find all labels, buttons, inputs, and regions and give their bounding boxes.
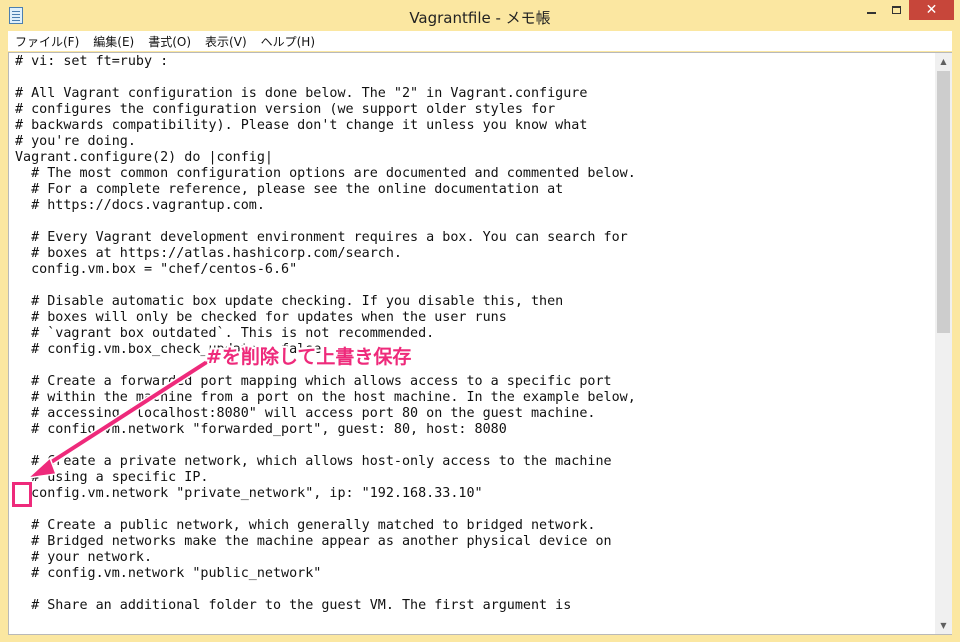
editor-content[interactable]: # vi: set ft=ruby : # All Vagrant configu… (15, 54, 935, 634)
minimize-icon (866, 11, 876, 14)
menu-view[interactable]: 表示(V) (198, 33, 254, 50)
editor-line[interactable]: # using a specific IP. (15, 470, 935, 486)
scroll-down-arrow-icon[interactable]: ▼ (935, 617, 952, 634)
editor-line[interactable]: # configures the configuration version (… (15, 102, 935, 118)
editor-line[interactable]: # https://docs.vagrantup.com. (15, 198, 935, 214)
editor-line[interactable]: # config.vm.box_check_update = false (15, 342, 935, 358)
editor-line[interactable]: # your network. (15, 550, 935, 566)
maximize-icon (892, 6, 901, 14)
editor-line[interactable]: # Every Vagrant development environment … (15, 230, 935, 246)
editor-line[interactable]: # The most common configuration options … (15, 166, 935, 182)
scroll-up-arrow-icon[interactable]: ▲ (935, 53, 952, 70)
editor-line[interactable]: # Bridged networks make the machine appe… (15, 534, 935, 550)
editor-line[interactable] (15, 70, 935, 86)
close-button[interactable]: ✕ (909, 0, 954, 20)
editor-line[interactable] (15, 214, 935, 230)
editor-line[interactable]: # accessing "localhost:8080" will access… (15, 406, 935, 422)
editor-line[interactable]: # backwards compatibility). Please don't… (15, 118, 935, 134)
editor-line[interactable] (15, 502, 935, 518)
editor-line[interactable] (15, 358, 935, 374)
text-editor[interactable]: # vi: set ft=ruby : # All Vagrant configu… (8, 52, 952, 635)
scroll-thumb[interactable] (937, 71, 950, 333)
editor-line[interactable]: # config.vm.network "forwarded_port", gu… (15, 422, 935, 438)
editor-line[interactable]: # config.vm.network "public_network" (15, 566, 935, 582)
menu-help[interactable]: ヘルプ(H) (254, 33, 322, 50)
vertical-scrollbar[interactable]: ▲ ▼ (935, 53, 952, 634)
editor-line[interactable] (15, 438, 935, 454)
minimize-button[interactable] (858, 0, 884, 20)
editor-line[interactable] (15, 582, 935, 598)
editor-line[interactable]: # All Vagrant configuration is done belo… (15, 86, 935, 102)
editor-line[interactable]: # `vagrant box outdated`. This is not re… (15, 326, 935, 342)
menu-file[interactable]: ファイル(F) (8, 33, 86, 50)
editor-line[interactable] (15, 278, 935, 294)
editor-line[interactable]: # Share an additional folder to the gues… (15, 598, 935, 614)
editor-line[interactable]: # Create a forwarded port mapping which … (15, 374, 935, 390)
window-title: Vagrantfile - メモ帳 (409, 9, 551, 27)
highlight-box (12, 482, 32, 507)
menu-edit[interactable]: 編集(E) (86, 33, 141, 50)
annotation-label: #を削除して上書き保存 (206, 346, 412, 368)
close-icon: ✕ (925, 2, 938, 18)
editor-line[interactable]: # Create a public network, which general… (15, 518, 935, 534)
editor-line[interactable]: # For a complete reference, please see t… (15, 182, 935, 198)
maximize-button[interactable] (884, 0, 909, 20)
title-bar[interactable]: Vagrantfile - メモ帳 ✕ (0, 0, 960, 31)
editor-line[interactable]: # Create a private network, which allows… (15, 454, 935, 470)
editor-line[interactable]: # vi: set ft=ruby : (15, 54, 935, 70)
editor-line[interactable]: Vagrant.configure(2) do |config| (15, 150, 935, 166)
menu-format[interactable]: 書式(O) (141, 33, 198, 50)
editor-line[interactable]: # within the machine from a port on the … (15, 390, 935, 406)
editor-line[interactable]: # Disable automatic box update checking.… (15, 294, 935, 310)
editor-line[interactable]: config.vm.box = "chef/centos-6.6" (15, 262, 935, 278)
notepad-window: Vagrantfile - メモ帳 ✕ ファイル(F) 編集(E) 書式(O) … (0, 0, 960, 642)
editor-line[interactable]: config.vm.network "private_network", ip:… (15, 486, 935, 502)
editor-line[interactable]: # boxes will only be checked for updates… (15, 310, 935, 326)
menu-bar: ファイル(F) 編集(E) 書式(O) 表示(V) ヘルプ(H) (8, 31, 952, 51)
editor-line[interactable]: # boxes at https://atlas.hashicorp.com/s… (15, 246, 935, 262)
editor-line[interactable]: # you're doing. (15, 134, 935, 150)
